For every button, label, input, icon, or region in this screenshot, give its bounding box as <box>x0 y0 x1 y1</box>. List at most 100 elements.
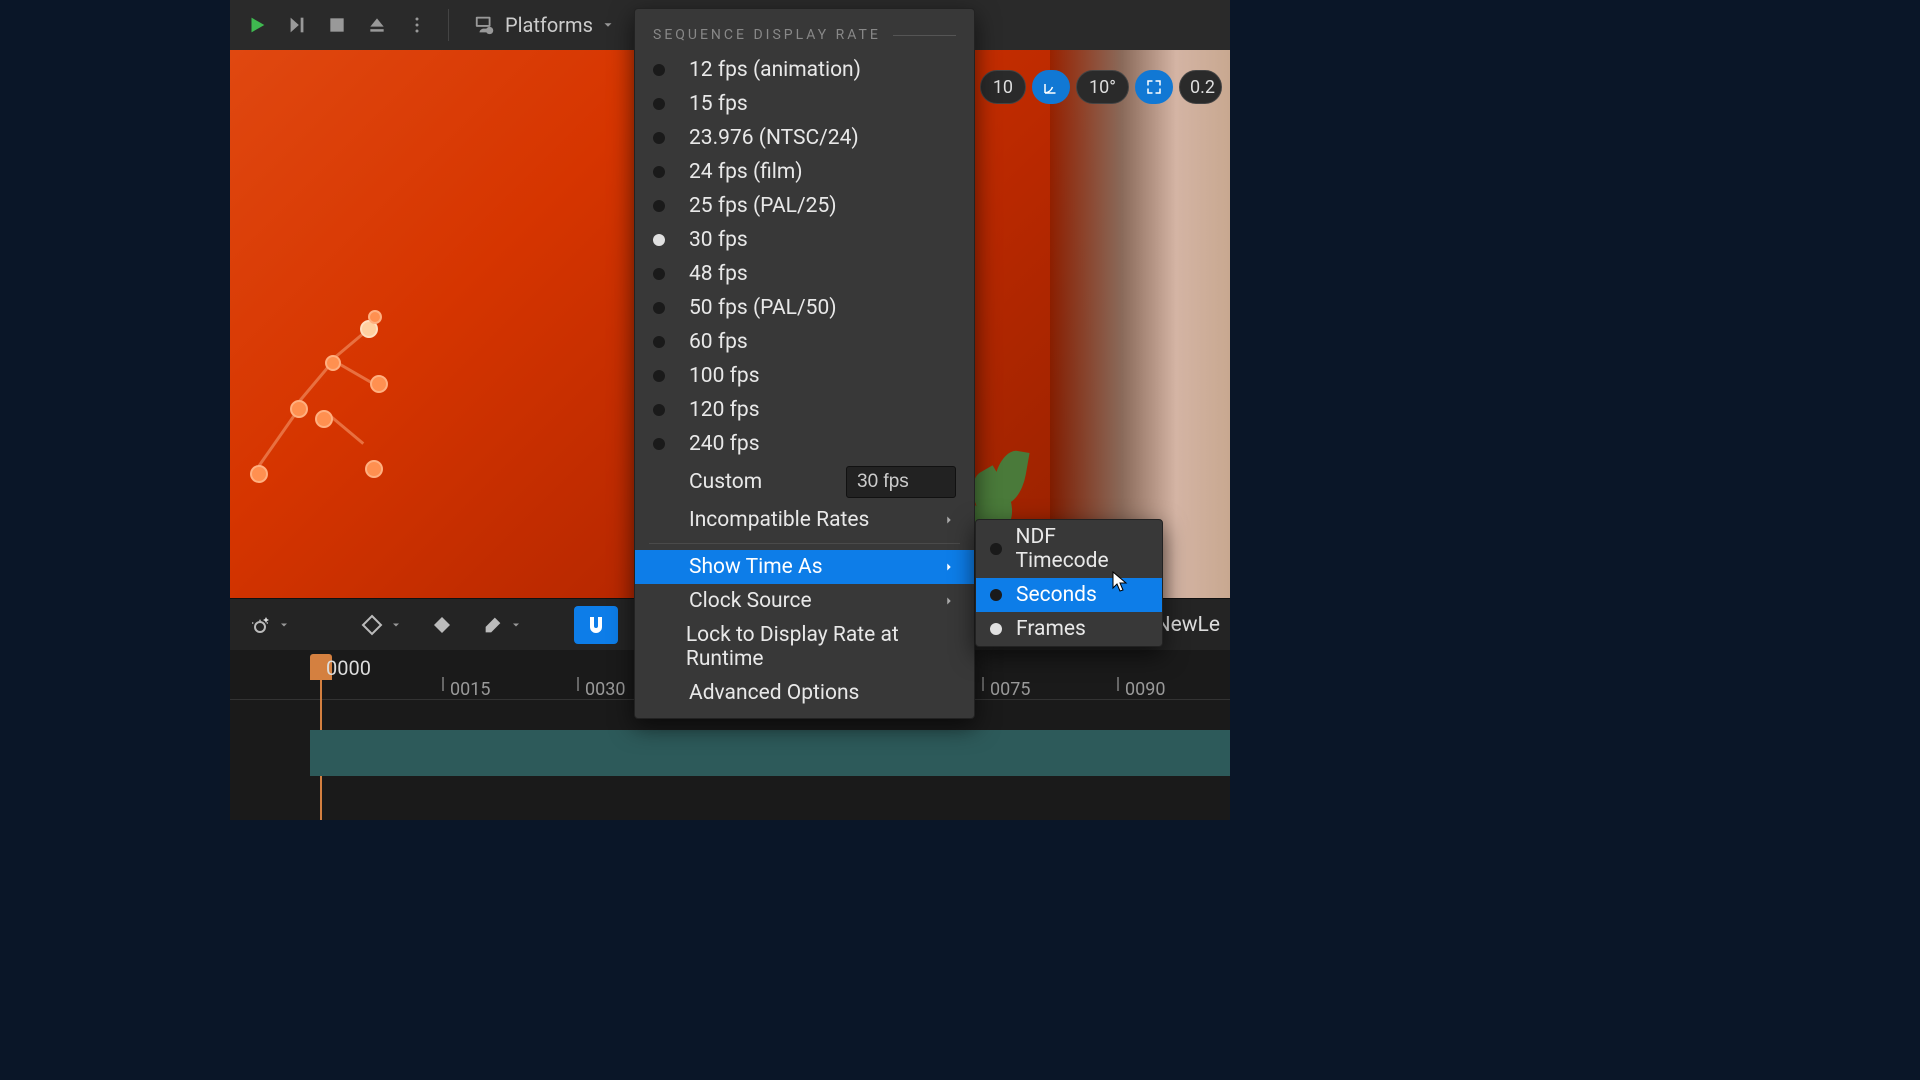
rate-option[interactable]: 240 fps <box>635 427 974 461</box>
rate-option-label: 30 fps <box>689 228 748 252</box>
time-format-label: Frames <box>1016 617 1086 641</box>
radio-bullet <box>653 98 665 110</box>
radio-bullet <box>653 64 665 76</box>
magnet-icon <box>584 613 608 637</box>
lock-display-rate-item[interactable]: Lock to Display Rate at Runtime <box>635 618 974 676</box>
scale-snap-toggle[interactable] <box>1135 70 1173 104</box>
rate-option-label: 23.976 (NTSC/24) <box>689 126 859 150</box>
current-frame-label: 0000 <box>326 656 371 680</box>
radio-bullet <box>653 438 665 450</box>
grid-size-value[interactable]: 10 <box>980 70 1026 104</box>
rate-option[interactable]: 120 fps <box>635 393 974 427</box>
timeline-track[interactable] <box>310 730 1230 776</box>
radio-bullet <box>653 404 665 416</box>
play-button[interactable] <box>238 6 276 44</box>
radio-bullet <box>653 336 665 348</box>
auto-key-button[interactable] <box>422 606 462 644</box>
radio-bullet <box>990 623 1002 635</box>
rate-option[interactable]: 30 fps <box>635 223 974 257</box>
rate-option-label: 24 fps (film) <box>689 160 803 184</box>
stop-button[interactable] <box>318 6 356 44</box>
time-format-option[interactable]: Frames <box>976 612 1162 646</box>
edit-tool-button[interactable] <box>474 606 530 644</box>
rate-option[interactable]: 48 fps <box>635 257 974 291</box>
radio-bullet <box>653 166 665 178</box>
rate-option-label: 15 fps <box>689 92 748 116</box>
timeline-tick: 0030 <box>585 679 625 700</box>
rate-option-label: 120 fps <box>689 398 760 422</box>
radio-bullet <box>990 589 1002 601</box>
time-format-option[interactable]: NDF Timecode <box>976 520 1162 578</box>
actions-menu-button[interactable] <box>240 606 298 644</box>
time-format-option[interactable]: Seconds <box>976 578 1162 612</box>
rate-option[interactable]: 15 fps <box>635 87 974 121</box>
chevron-right-icon <box>942 594 956 608</box>
rate-option-label: 48 fps <box>689 262 748 286</box>
rate-option-label: 240 fps <box>689 432 760 456</box>
rate-option[interactable]: 100 fps <box>635 359 974 393</box>
keyframe-menu-button[interactable] <box>352 606 410 644</box>
dropdown-header: SEQUENCE DISPLAY RATE <box>635 9 974 53</box>
show-time-as-item[interactable]: Show Time As <box>635 550 974 584</box>
diamond-filled-icon <box>430 613 454 637</box>
incompatible-rates-item[interactable]: Incompatible Rates <box>635 503 974 537</box>
viewport-right-panel <box>1050 50 1230 598</box>
timeline-tick: 0090 <box>1125 679 1165 700</box>
platforms-label: Platforms <box>505 13 593 37</box>
display-rate-dropdown: SEQUENCE DISPLAY RATE 12 fps (animation)… <box>634 8 975 719</box>
rate-option-label: 12 fps (animation) <box>689 58 861 82</box>
viewport-decoration <box>230 200 490 500</box>
rate-option[interactable]: 23.976 (NTSC/24) <box>635 121 974 155</box>
radio-bullet <box>990 543 1002 555</box>
rate-option[interactable]: 24 fps (film) <box>635 155 974 189</box>
viewport-controls: 10 10° 0.2 <box>936 70 1222 104</box>
time-format-label: NDF Timecode <box>1016 525 1149 573</box>
kebab-menu-button[interactable] <box>398 6 436 44</box>
chevron-down-icon <box>278 619 290 631</box>
gear-sparkle-icon <box>248 613 272 637</box>
radio-bullet <box>653 234 665 246</box>
sequence-name[interactable]: NewLe <box>1156 613 1220 637</box>
platforms-icon <box>473 14 497 36</box>
platforms-dropdown[interactable]: Platforms <box>461 6 627 44</box>
radio-bullet <box>653 132 665 144</box>
timeline-tick: 0015 <box>450 679 490 700</box>
rate-option[interactable]: 12 fps (animation) <box>635 53 974 87</box>
toolbar-separator <box>448 9 449 41</box>
pen-icon <box>482 614 504 636</box>
rate-option-label: 60 fps <box>689 330 748 354</box>
angle-icon <box>1042 78 1060 96</box>
custom-fps-input[interactable] <box>846 466 956 498</box>
chevron-right-icon <box>942 513 956 527</box>
rate-option[interactable]: 25 fps (PAL/25) <box>635 189 974 223</box>
rate-option-label: 25 fps (PAL/25) <box>689 194 837 218</box>
angle-snap-toggle[interactable] <box>1032 70 1070 104</box>
dropdown-separator <box>649 543 960 544</box>
eject-button[interactable] <box>358 6 396 44</box>
rate-option-label: 50 fps (PAL/50) <box>689 296 837 320</box>
angle-snap-value[interactable]: 10° <box>1076 70 1129 104</box>
time-format-label: Seconds <box>1016 583 1097 607</box>
scale-snap-value[interactable]: 0.2 <box>1179 70 1222 104</box>
show-time-as-submenu: NDF Timecode Seconds Frames <box>975 519 1163 647</box>
rate-option-label: 100 fps <box>689 364 760 388</box>
radio-bullet <box>653 200 665 212</box>
snap-toggle-button[interactable] <box>574 606 618 644</box>
rate-custom-item[interactable]: Custom <box>635 461 974 503</box>
chevron-down-icon <box>390 619 402 631</box>
rate-option[interactable]: 60 fps <box>635 325 974 359</box>
chevron-down-icon <box>510 619 522 631</box>
chevron-right-icon <box>942 560 956 574</box>
radio-bullet <box>653 302 665 314</box>
mouse-cursor-icon <box>1112 571 1130 595</box>
rate-option[interactable]: 50 fps (PAL/50) <box>635 291 974 325</box>
radio-bullet <box>653 268 665 280</box>
radio-bullet <box>653 370 665 382</box>
timeline-tick: 0075 <box>990 679 1030 700</box>
advanced-options-item[interactable]: Advanced Options <box>635 676 974 710</box>
expand-icon <box>1145 78 1163 96</box>
diamond-icon <box>360 613 384 637</box>
chevron-down-icon <box>601 18 615 32</box>
step-button[interactable] <box>278 6 316 44</box>
clock-source-item[interactable]: Clock Source <box>635 584 974 618</box>
